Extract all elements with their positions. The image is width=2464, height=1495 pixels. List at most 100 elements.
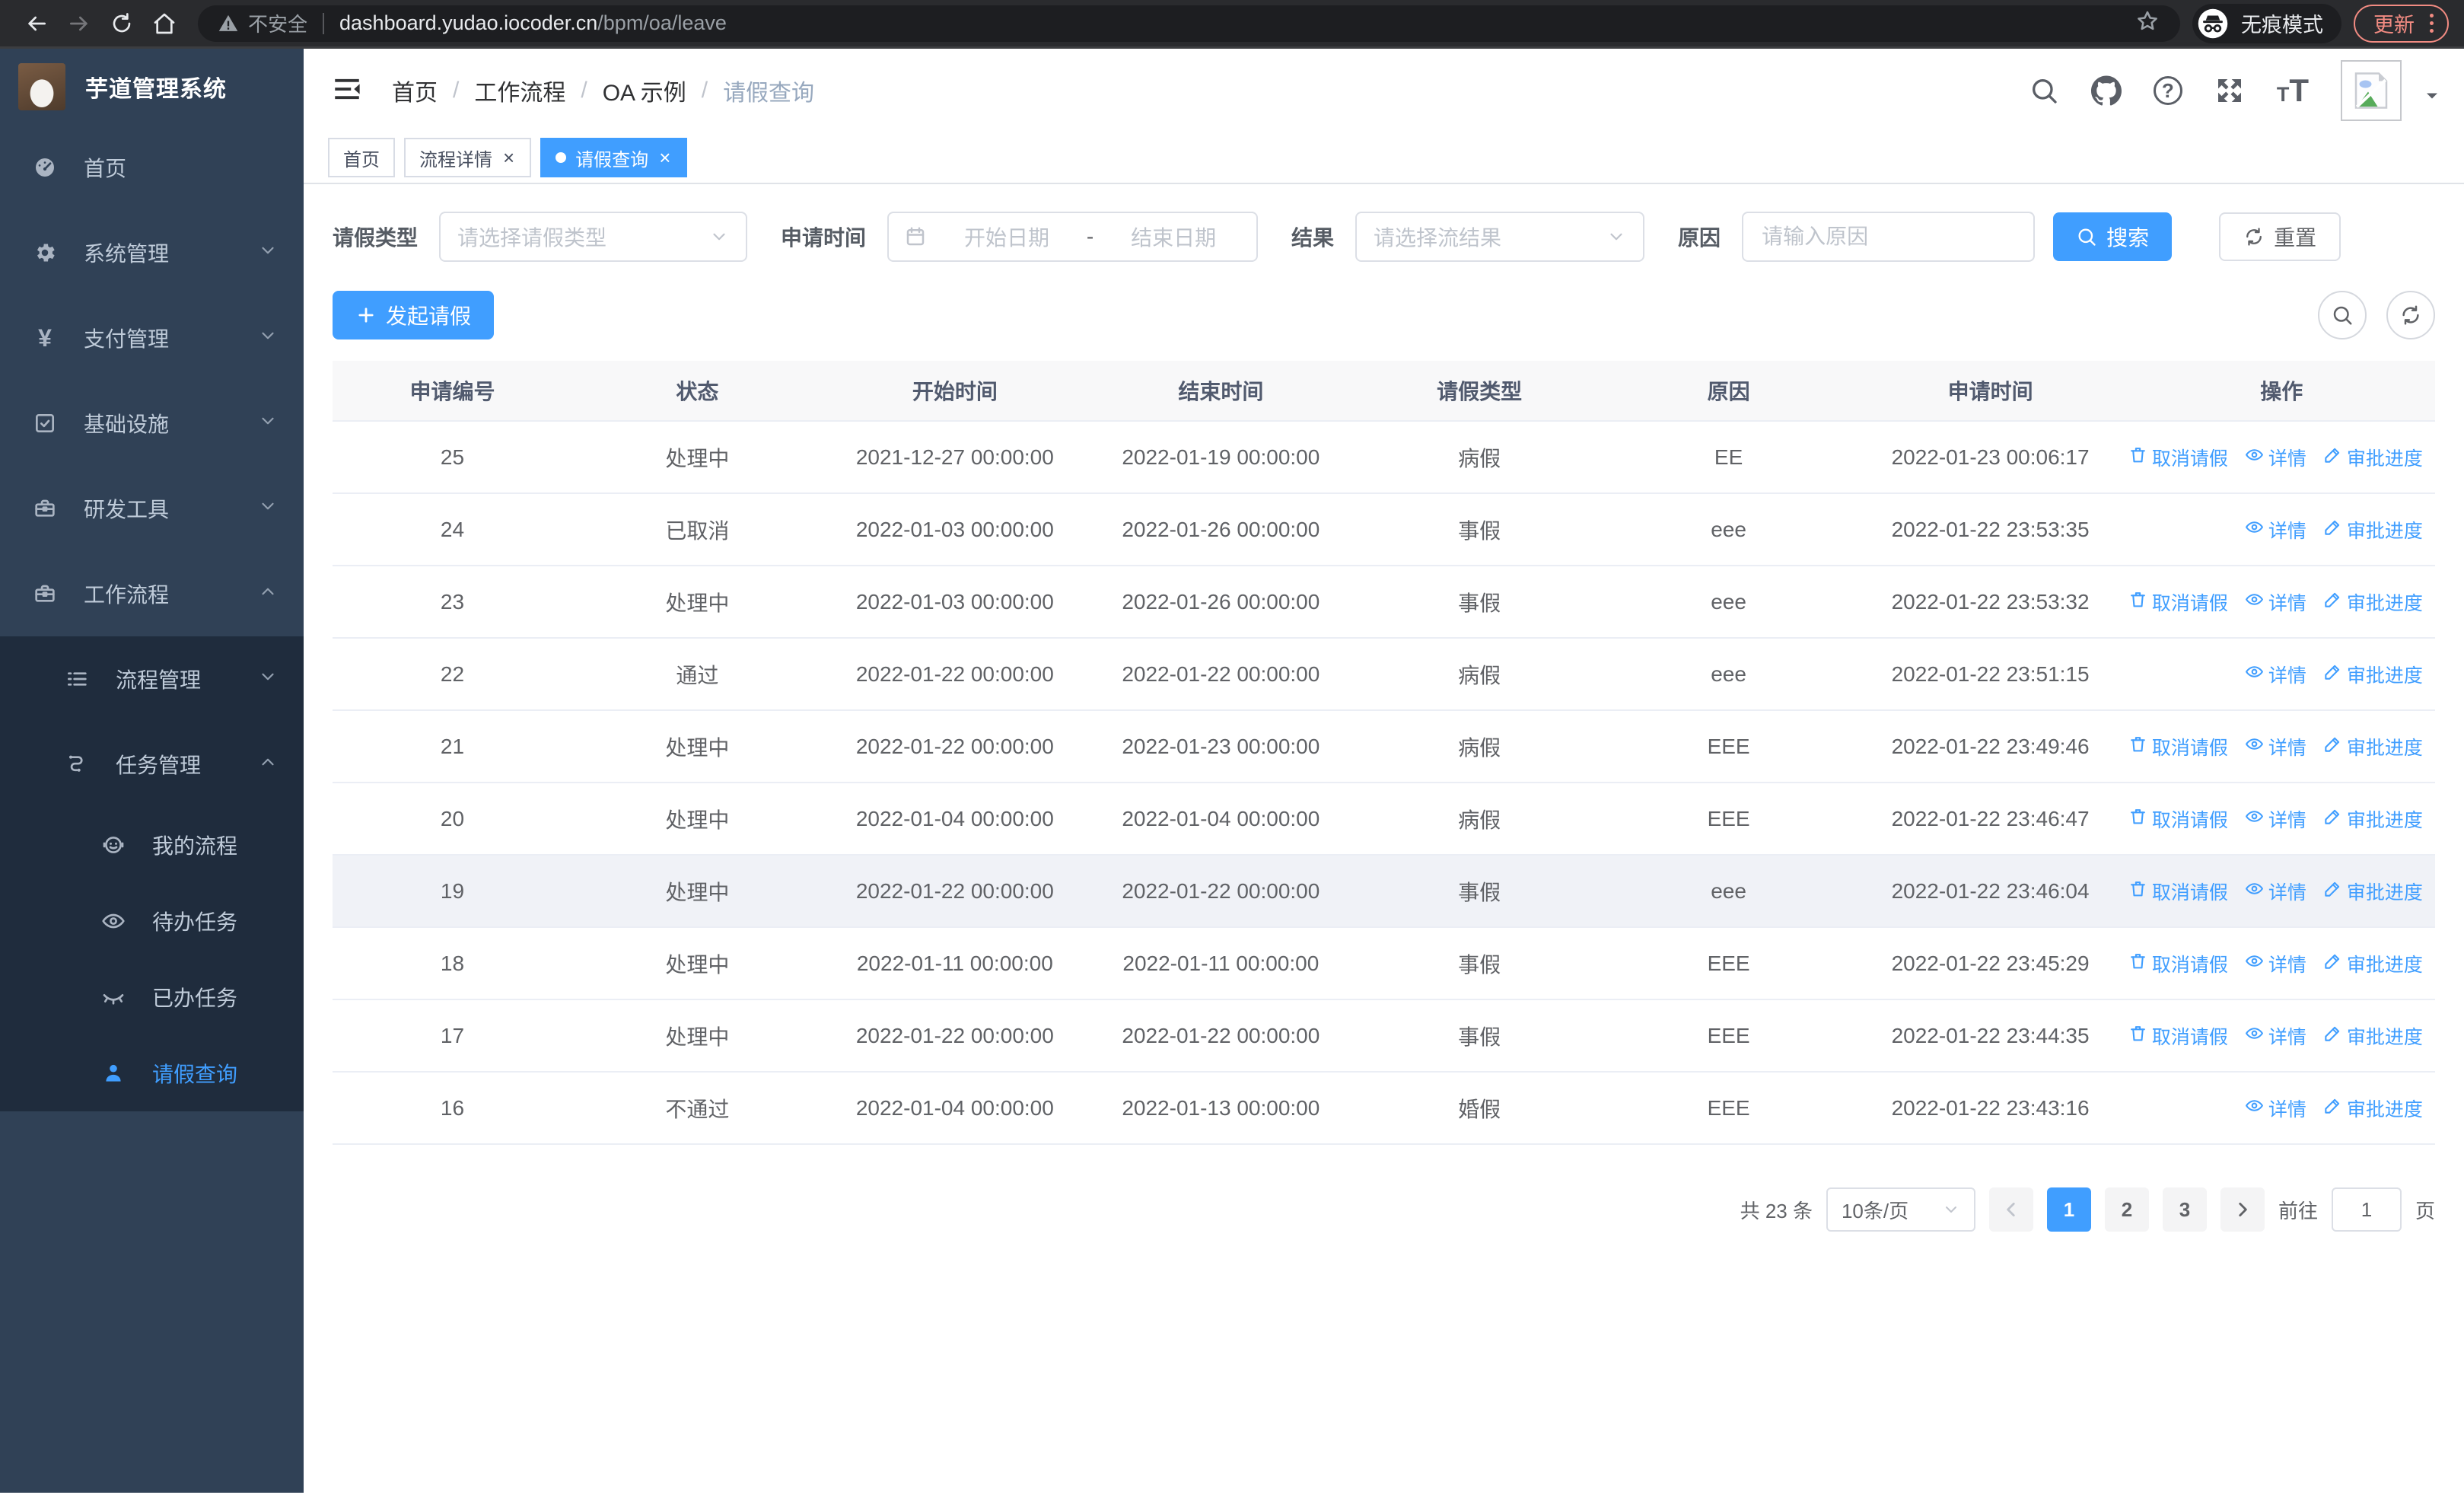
pen-icon <box>2323 952 2342 976</box>
action-label: 详情 <box>2268 737 2306 759</box>
close-icon[interactable]: × <box>501 148 516 167</box>
sidebar-item-leave-query[interactable]: 请假查询 <box>0 1035 304 1111</box>
progress-action-link[interactable]: 审批进度 <box>2323 588 2423 616</box>
sidebar-item-workflow[interactable]: 工作流程 <box>0 551 304 636</box>
back-icon[interactable] <box>18 5 55 42</box>
create-leave-button[interactable]: 发起请假 <box>333 291 495 339</box>
result-select[interactable]: 请选择流结果 <box>1355 212 1645 262</box>
cell-id: 18 <box>440 951 465 975</box>
breadcrumb-item[interactable]: 首页 <box>392 74 438 107</box>
reload-icon[interactable] <box>103 5 140 42</box>
cancel-action-link[interactable]: 取消请假 <box>2128 444 2228 471</box>
close-icon[interactable]: × <box>657 148 672 167</box>
tab-home[interactable]: 首页 <box>328 138 395 177</box>
action-label: 详情 <box>2268 1026 2306 1048</box>
total-count: 共 23 条 <box>1740 1199 1813 1222</box>
cell-start: 2022-01-22 00:00:00 <box>855 661 1054 686</box>
sidebar-item-todo-tasks[interactable]: 待办任务 <box>0 883 304 959</box>
table-toolbar: 发起请假 <box>333 291 2435 339</box>
action-label: 取消请假 <box>2151 1026 2228 1048</box>
fullscreen-button[interactable] <box>2214 75 2245 106</box>
detail-action-link[interactable]: 详情 <box>2245 661 2306 688</box>
detail-action-link[interactable]: 详情 <box>2245 805 2306 833</box>
detail-action-link[interactable]: 详情 <box>2245 878 2306 905</box>
action-label: 审批进度 <box>2346 448 2423 470</box>
progress-action-link[interactable]: 审批进度 <box>2323 1095 2423 1122</box>
apply-time-range[interactable]: 开始日期 - 结束日期 <box>887 212 1259 262</box>
sidebar-item-system[interactable]: 系统管理 <box>0 210 304 295</box>
search-button[interactable] <box>2029 75 2059 106</box>
cancel-action-link[interactable]: 取消请假 <box>2128 1022 2228 1050</box>
page-button-1[interactable]: 1 <box>2046 1187 2091 1232</box>
detail-action-link[interactable]: 详情 <box>2245 1022 2306 1050</box>
security-chip[interactable]: 不安全 <box>218 9 307 37</box>
update-button[interactable]: 更新 <box>2354 4 2449 43</box>
sidebar-item-process-mgmt[interactable]: 流程管理 <box>0 636 304 722</box>
pen-icon <box>2323 879 2342 904</box>
cancel-action-link[interactable]: 取消请假 <box>2128 805 2228 833</box>
github-button[interactable] <box>2090 75 2122 106</box>
next-page-button[interactable] <box>2220 1187 2265 1232</box>
help-button[interactable]: ? <box>2153 76 2182 105</box>
refresh-table-button[interactable] <box>2386 291 2435 339</box>
detail-action-link[interactable]: 详情 <box>2245 588 2306 616</box>
cancel-action-link[interactable]: 取消请假 <box>2128 878 2228 905</box>
progress-action-link[interactable]: 审批进度 <box>2323 516 2423 543</box>
address-bar[interactable]: 不安全 dashboard.yudao.iocoder.cn/bpm/oa/le… <box>198 5 2180 42</box>
bookmark-star-icon[interactable] <box>2135 8 2160 38</box>
progress-action-link[interactable]: 审批进度 <box>2323 950 2423 977</box>
page-size-select[interactable]: 10条/页 <box>1826 1187 1975 1232</box>
detail-action-link[interactable]: 详情 <box>2245 516 2306 543</box>
detail-action-link[interactable]: 详情 <box>2245 950 2306 977</box>
page-button-2[interactable]: 2 <box>2104 1187 2149 1232</box>
toolbox-icon <box>32 496 58 521</box>
toggle-search-button[interactable] <box>2318 291 2367 339</box>
page-button-3[interactable]: 3 <box>2162 1187 2207 1232</box>
leave-type-select[interactable]: 请选择请假类型 <box>439 212 748 262</box>
home-icon[interactable] <box>146 5 183 42</box>
action-label: 审批进度 <box>2346 520 2423 542</box>
avatar-dropdown-caret-icon[interactable] <box>2423 87 2441 109</box>
cancel-action-link[interactable]: 取消请假 <box>2128 950 2228 977</box>
cancel-action-link[interactable]: 取消请假 <box>2128 588 2228 616</box>
cell-type: 病假 <box>1458 663 1501 687</box>
cancel-action-link[interactable]: 取消请假 <box>2128 733 2228 760</box>
goto-label: 前往 <box>2278 1199 2318 1222</box>
cell-apply: 2022-01-23 00:06:17 <box>1891 445 2090 469</box>
progress-action-link[interactable]: 审批进度 <box>2323 733 2423 760</box>
detail-action-link[interactable]: 详情 <box>2245 733 2306 760</box>
progress-action-link[interactable]: 审批进度 <box>2323 661 2423 688</box>
breadcrumb-item[interactable]: 工作流程 <box>474 74 565 107</box>
sidebar-item-home[interactable]: 首页 <box>0 125 304 210</box>
reset-button[interactable]: 重置 <box>2219 212 2341 261</box>
detail-action-link[interactable]: 详情 <box>2245 444 2306 471</box>
action-label: 详情 <box>2268 1098 2306 1120</box>
progress-action-link[interactable]: 审批进度 <box>2323 878 2423 905</box>
user-avatar[interactable] <box>2341 60 2402 121</box>
prev-page-button[interactable] <box>1988 1187 2033 1232</box>
sidebar-item-label: 基础设施 <box>84 413 170 436</box>
progress-action-link[interactable]: 审批进度 <box>2323 805 2423 833</box>
search-button[interactable]: 搜索 <box>2053 212 2173 261</box>
collapse-sidebar-icon[interactable] <box>331 73 366 108</box>
cell-end: 2022-01-22 00:00:00 <box>1122 661 1320 686</box>
sidebar-item-infrastructure[interactable]: 基础设施 <box>0 381 304 466</box>
tab-leave-query[interactable]: 请假查询 × <box>540 138 688 177</box>
browser-menu-icon[interactable] <box>2425 14 2438 33</box>
font-size-button[interactable]: TT <box>2277 75 2309 107</box>
goto-page-input[interactable] <box>2331 1187 2402 1232</box>
sidebar-item-task-mgmt[interactable]: 任务管理 <box>0 722 304 807</box>
sidebar-item-dev-tools[interactable]: 研发工具 <box>0 466 304 551</box>
forward-icon[interactable] <box>61 5 97 42</box>
cell-reason: EEE <box>1707 951 1750 975</box>
progress-action-link[interactable]: 审批进度 <box>2323 444 2423 471</box>
reason-input[interactable] <box>1742 212 2036 262</box>
progress-action-link[interactable]: 审批进度 <box>2323 1022 2423 1050</box>
sidebar-item-my-process[interactable]: 我的流程 <box>0 807 304 883</box>
leave-type-label: 请假类型 <box>333 226 419 250</box>
sidebar-item-done-tasks[interactable]: 已办任务 <box>0 959 304 1035</box>
breadcrumb-item[interactable]: OA 示例 <box>603 74 686 107</box>
sidebar-item-payment[interactable]: ¥ 支付管理 <box>0 295 304 381</box>
tab-process-detail[interactable]: 流程详情 × <box>404 138 532 177</box>
detail-action-link[interactable]: 详情 <box>2245 1095 2306 1122</box>
